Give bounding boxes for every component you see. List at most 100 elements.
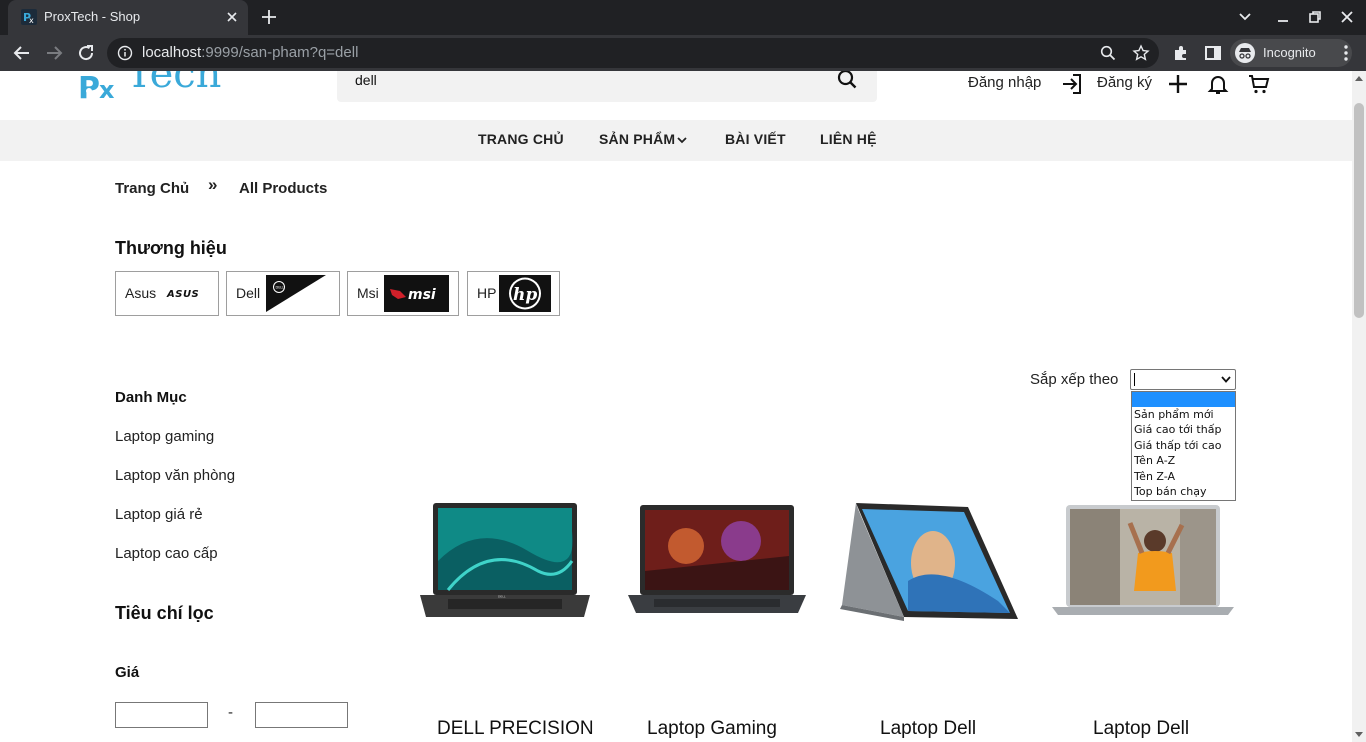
category-laptop-office[interactable]: Laptop văn phòng xyxy=(115,467,235,484)
search-input[interactable]: dell xyxy=(337,71,877,102)
breadcrumb-home[interactable]: Trang Chủ xyxy=(115,180,189,197)
site-info-icon[interactable] xyxy=(117,45,133,61)
price-filter-label: Giá xyxy=(115,664,140,681)
brand-name: Dell xyxy=(236,285,261,301)
login-link[interactable]: Đăng nhập xyxy=(968,74,1041,91)
site-favicon-icon: P x xyxy=(21,9,37,25)
reload-icon[interactable] xyxy=(76,43,96,63)
sort-option-price-asc[interactable]: Giá thấp tới cao xyxy=(1132,438,1235,453)
main-nav: TRANG CHỦ SẢN PHẨM BÀI VIẾT LIÊN HỆ xyxy=(0,120,1352,161)
breadcrumb-separator: » xyxy=(208,175,218,194)
brand-name: Asus xyxy=(125,285,157,301)
browser-tab-strip: P x ProxTech - Shop xyxy=(0,0,1366,35)
browser-menu-kebab-icon[interactable] xyxy=(1336,43,1356,63)
tab-search-chevron-icon[interactable] xyxy=(1236,8,1254,26)
svg-text:DELL: DELL xyxy=(276,286,285,290)
sort-select[interactable] xyxy=(1130,369,1236,390)
brand-name: HP xyxy=(477,285,497,301)
incognito-profile-chip[interactable]: Incognito xyxy=(1230,39,1352,67)
product-image[interactable] xyxy=(838,501,1022,625)
close-tab-icon[interactable] xyxy=(224,9,240,25)
address-bar[interactable]: localhost:9999/san-pham?q=dell xyxy=(107,38,1159,68)
brand-filter-msi[interactable]: Msi msi xyxy=(347,271,459,316)
login-icon[interactable] xyxy=(1060,72,1084,96)
brands-title: Thương hiệu xyxy=(115,238,227,258)
sort-option-best-selling[interactable]: Top bán chạy xyxy=(1132,484,1235,499)
zoom-icon[interactable] xyxy=(1100,45,1116,61)
search-icon[interactable] xyxy=(837,71,857,89)
product-name[interactable]: Laptop Gaming xyxy=(647,718,777,740)
back-arrow-icon[interactable] xyxy=(12,43,32,63)
extensions-puzzle-icon[interactable] xyxy=(1171,43,1191,63)
scroll-down-arrow-icon[interactable] xyxy=(1355,732,1363,737)
text-cursor xyxy=(1134,373,1135,386)
page-scrollbar[interactable] xyxy=(1352,71,1366,742)
nav-item-articles[interactable]: BÀI VIẾT xyxy=(725,131,786,147)
product-image[interactable] xyxy=(1050,501,1236,625)
svg-text:x: x xyxy=(99,76,115,103)
product-image[interactable] xyxy=(626,501,808,623)
search-query: dell xyxy=(355,72,377,88)
svg-text:x: x xyxy=(29,16,34,25)
nav-item-home[interactable]: TRANG CHỦ xyxy=(478,131,564,147)
sort-option-price-desc[interactable]: Giá cao tới thấp xyxy=(1132,422,1235,437)
svg-text:DELL: DELL xyxy=(498,595,506,599)
register-link[interactable]: Đăng ký xyxy=(1097,74,1152,91)
sort-option-empty[interactable] xyxy=(1132,392,1235,407)
scroll-up-arrow-icon[interactable] xyxy=(1355,76,1363,81)
price-min-input[interactable] xyxy=(115,702,208,728)
brand-filter-hp[interactable]: HP hp xyxy=(467,271,560,316)
price-range-separator: - xyxy=(228,704,233,721)
brand-name: Msi xyxy=(357,285,379,301)
tab-title: ProxTech - Shop xyxy=(44,9,141,24)
dell-logo-icon: DELL xyxy=(266,275,326,312)
sort-label: Sắp xếp theo xyxy=(1030,371,1119,388)
sort-option-newest[interactable]: Sản phẩm mới xyxy=(1132,407,1235,422)
sort-dropdown-list: Sản phẩm mới Giá cao tới thấp Giá thấp t… xyxy=(1131,391,1236,501)
product-name[interactable]: DELL PRECISION xyxy=(437,718,594,740)
categories-title: Danh Mục xyxy=(115,389,187,406)
nav-item-products[interactable]: SẢN PHẨM xyxy=(599,131,675,147)
incognito-icon xyxy=(1235,43,1255,63)
brand-filter-asus[interactable]: Asus ASUS xyxy=(115,271,219,316)
product-name[interactable]: Laptop Dell xyxy=(1093,718,1189,740)
svg-text:P: P xyxy=(78,71,100,103)
profile-label: Incognito xyxy=(1263,45,1316,60)
sort-option-name-asc[interactable]: Tên A-Z xyxy=(1132,453,1235,468)
plus-icon[interactable] xyxy=(1166,72,1190,96)
bookmark-star-icon[interactable] xyxy=(1132,44,1150,62)
sort-option-name-desc[interactable]: Tên Z-A xyxy=(1132,469,1235,484)
close-window-icon[interactable] xyxy=(1338,8,1356,26)
msi-logo-icon: msi xyxy=(384,275,449,312)
brand-filter-dell[interactable]: Dell DELL xyxy=(226,271,340,316)
price-max-input[interactable] xyxy=(255,702,348,728)
new-tab-icon[interactable] xyxy=(260,8,278,26)
svg-text:ASUS: ASUS xyxy=(166,289,199,300)
chevron-down-icon[interactable] xyxy=(1221,376,1231,383)
url-text: localhost:9999/san-pham?q=dell xyxy=(142,44,359,61)
page-viewport: P x Tech dell Đăng nhập Đăng ký TRANG CH… xyxy=(0,71,1352,742)
px-logo-mark-icon: P x xyxy=(78,71,115,103)
browser-tab[interactable]: P x ProxTech - Shop xyxy=(8,0,248,35)
shopping-cart-icon[interactable] xyxy=(1247,72,1271,96)
filters-title: Tiêu chí lọc xyxy=(115,603,214,623)
logo-text: Tech xyxy=(126,71,222,97)
side-panel-icon[interactable] xyxy=(1203,43,1223,63)
asus-logo-icon: ASUS xyxy=(166,289,199,300)
hp-logo-icon: hp xyxy=(499,275,551,312)
chevron-down-icon[interactable] xyxy=(677,136,687,144)
browser-toolbar: localhost:9999/san-pham?q=dell Incognito xyxy=(0,35,1366,71)
category-laptop-gaming[interactable]: Laptop gaming xyxy=(115,428,214,445)
scrollbar-thumb[interactable] xyxy=(1354,103,1364,318)
notification-bell-icon[interactable] xyxy=(1206,72,1230,96)
category-laptop-budget[interactable]: Laptop giá rẻ xyxy=(115,506,203,523)
product-name[interactable]: Laptop Dell xyxy=(880,718,976,740)
forward-arrow-icon[interactable] xyxy=(44,43,64,63)
minimize-icon[interactable] xyxy=(1274,8,1292,26)
product-image[interactable]: DELL xyxy=(418,501,592,623)
nav-item-contact[interactable]: LIÊN HỆ xyxy=(820,131,877,147)
svg-text:msi: msi xyxy=(408,287,436,303)
svg-text:hp: hp xyxy=(513,285,537,305)
category-laptop-premium[interactable]: Laptop cao cấp xyxy=(115,545,218,562)
restore-window-icon[interactable] xyxy=(1306,8,1324,26)
